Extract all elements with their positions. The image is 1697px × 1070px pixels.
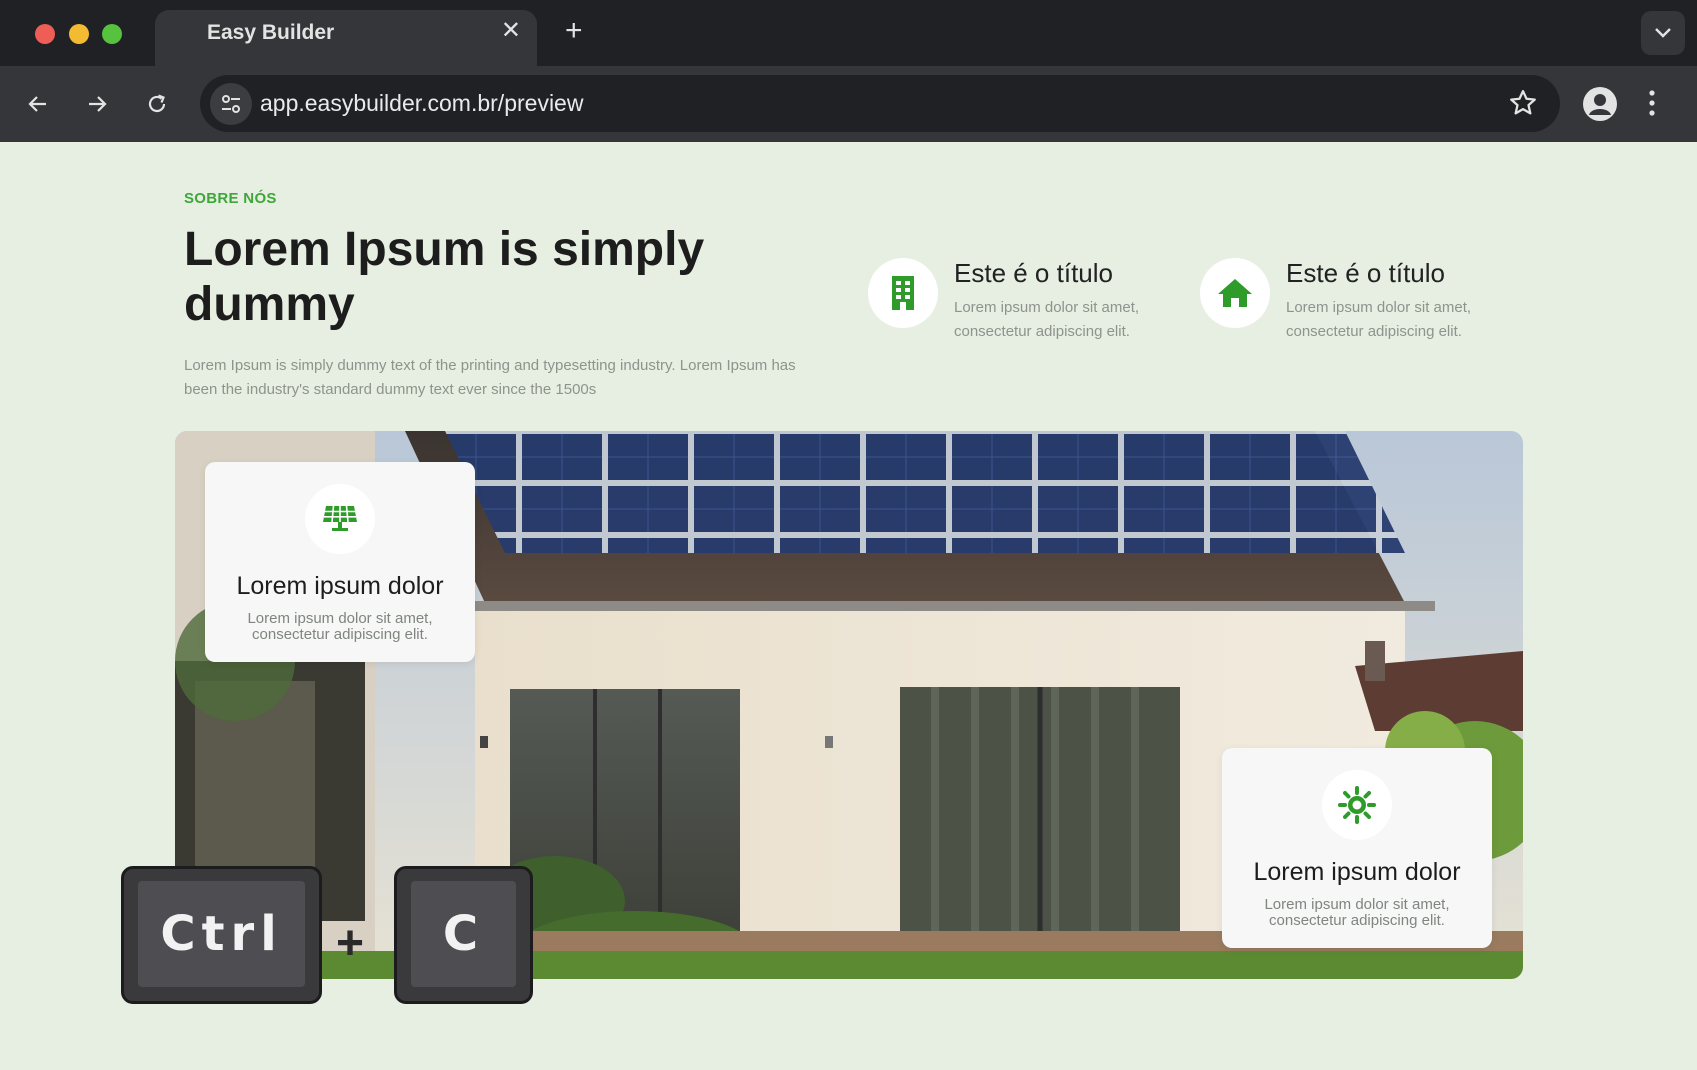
feature-desc: Lorem ipsum dolor sit amet, consectetur … xyxy=(954,299,1140,340)
section-heading: Lorem Ipsum is simply dummy xyxy=(184,223,705,331)
key-plus-sign: + xyxy=(336,917,365,970)
profile-button[interactable] xyxy=(1582,86,1618,127)
section-eyebrow: SOBRE NÓS xyxy=(184,190,277,207)
more-vert-icon xyxy=(1649,90,1655,116)
c-key: C xyxy=(394,866,533,1004)
back-button[interactable] xyxy=(20,86,56,122)
url-text[interactable]: app.easybuilder.com.br/preview xyxy=(260,90,583,117)
star-icon xyxy=(1510,90,1536,115)
bookmark-button[interactable] xyxy=(1508,88,1538,123)
section-lead: Lorem Ipsum is simply dummy text of the … xyxy=(184,357,796,398)
feature-icon-circle xyxy=(1200,258,1270,328)
card-icon-circle xyxy=(305,484,375,554)
browser-toolbar: app.easybuilder.com.br/preview xyxy=(0,66,1697,142)
feature-item: Este é o título Lorem ipsum dolor sit am… xyxy=(1200,258,1530,348)
arrow-left-icon xyxy=(28,96,46,112)
site-info-button[interactable] xyxy=(210,83,252,125)
card-icon-circle xyxy=(1322,770,1392,840)
card-desc: Lorem ipsum dolor sit amet, consectetur … xyxy=(1264,896,1450,929)
new-tab-button[interactable]: + xyxy=(565,16,583,46)
home-icon xyxy=(1218,279,1252,307)
feature-title: Este é o título xyxy=(1286,258,1445,288)
feature-icon-circle xyxy=(868,258,938,328)
card-title: Lorem ipsum dolor xyxy=(1253,858,1461,886)
forward-button[interactable] xyxy=(79,86,115,122)
maximize-window-button[interactable] xyxy=(102,24,122,44)
close-window-button[interactable] xyxy=(35,24,55,44)
feature-title: Este é o título xyxy=(954,258,1113,288)
building-icon xyxy=(892,276,914,310)
info-card: Lorem ipsum dolor Lorem ipsum dolor sit … xyxy=(1222,748,1492,948)
ctrl-key-label: Ctrl xyxy=(138,881,305,987)
feature-item: Este é o título Lorem ipsum dolor sit am… xyxy=(868,258,1198,348)
feature-desc: Lorem ipsum dolor sit amet, consectetur … xyxy=(1286,299,1472,340)
card-title: Lorem ipsum dolor xyxy=(236,572,444,600)
tune-icon xyxy=(222,95,240,113)
tab-title: Easy Builder xyxy=(207,21,335,44)
browser-tab-bar: Easy Builder ✕ + xyxy=(0,0,1697,66)
tab-close-icon[interactable]: ✕ xyxy=(501,19,521,43)
c-key-label: C xyxy=(411,881,516,987)
minimize-window-button[interactable] xyxy=(69,24,89,44)
card-desc: Lorem ipsum dolor sit amet, consectetur … xyxy=(247,610,433,643)
ctrl-key: Ctrl xyxy=(121,866,322,1004)
browser-menu-button[interactable] xyxy=(1648,88,1656,123)
chevron-down-icon xyxy=(1655,28,1671,38)
info-card: Lorem ipsum dolor Lorem ipsum dolor sit … xyxy=(205,462,475,662)
arrow-right-icon xyxy=(89,96,107,112)
avatar-icon xyxy=(1583,87,1617,121)
reload-icon xyxy=(148,94,166,113)
solar-panel-icon xyxy=(323,505,357,531)
tab-search-button[interactable] xyxy=(1641,11,1685,55)
sun-icon xyxy=(1338,786,1376,824)
browser-tab[interactable]: Easy Builder ✕ xyxy=(155,10,537,66)
address-bar[interactable]: app.easybuilder.com.br/preview xyxy=(200,75,1560,132)
reload-button[interactable] xyxy=(139,86,175,122)
